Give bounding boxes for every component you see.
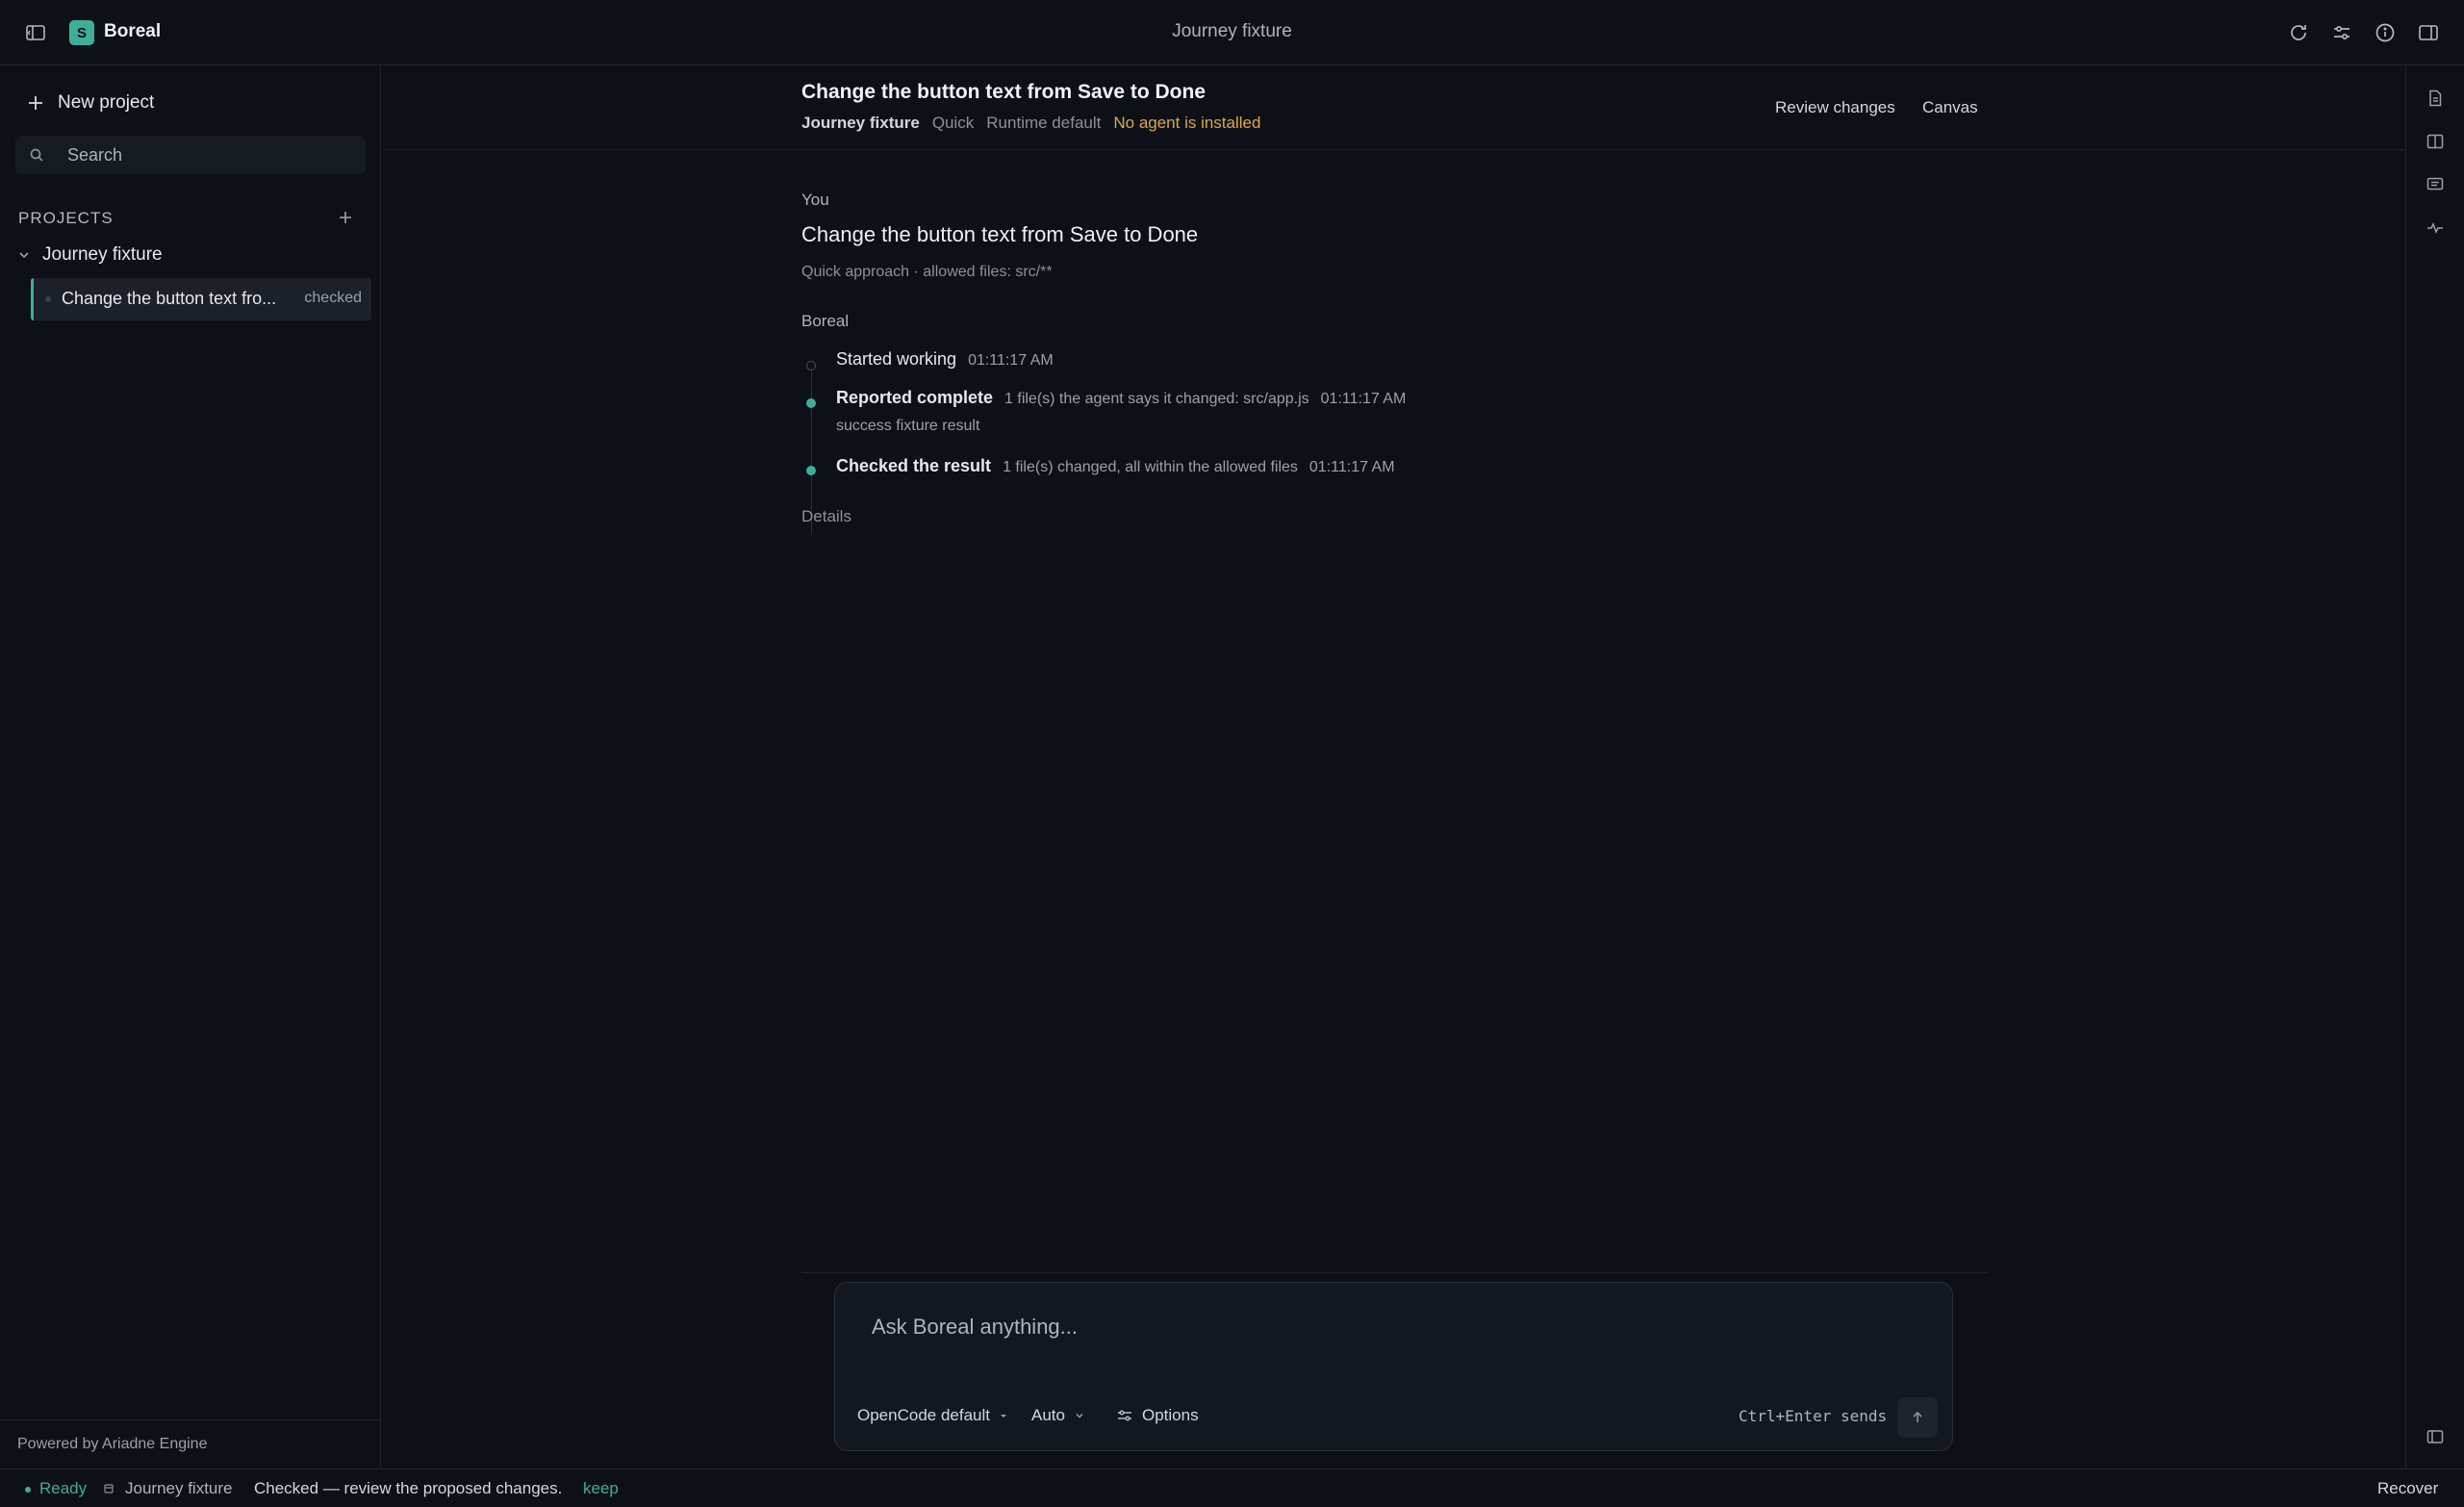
info-icon[interactable] [2374, 21, 2397, 44]
task-label: Change the button text fro... [62, 289, 277, 308]
sidebar-footer: Powered by Ariadne Engine [0, 1419, 380, 1469]
refresh-icon[interactable] [2287, 21, 2310, 44]
project-icon [104, 1484, 114, 1494]
sidebar: New project PROJECTS Journey fixture Cha… [0, 65, 381, 1469]
status-bar: Ready Journey fixture Checked — review t… [0, 1469, 2464, 1507]
meta-runtime: Runtime default [986, 114, 1102, 132]
timeline-step: Reported complete 1 file(s) the agent sa… [836, 388, 1406, 408]
app-name: Boreal [104, 21, 162, 41]
comment-icon[interactable] [2426, 175, 2445, 194]
new-project-label: New project [58, 92, 155, 113]
timeline-step-time: 01:11:17 AM [1308, 459, 1395, 475]
composer: OpenCode default Auto Options Ctrl+Enter… [834, 1282, 1953, 1451]
timeline-step-subtext: success fixture result [836, 418, 980, 434]
panel-right-icon[interactable] [2417, 21, 2440, 44]
timeline-done-dot-icon [806, 466, 816, 475]
shortcut-hint: Ctrl+Enter sends [1739, 1407, 1888, 1425]
main-panel: Change the button text from Save to Done… [382, 65, 2405, 1469]
arrow-up-icon [1910, 1410, 1925, 1425]
chevron-down-icon [1074, 1410, 1085, 1421]
right-rail [2405, 65, 2464, 1469]
timeline-done-dot-icon [806, 398, 816, 408]
status-ready: Ready [39, 1479, 88, 1497]
send-button[interactable] [1897, 1397, 1938, 1438]
composer-input[interactable] [872, 1308, 1911, 1346]
keep-link[interactable]: keep [583, 1479, 619, 1498]
project-name: Journey fixture [42, 244, 163, 265]
sliders-icon[interactable] [2330, 21, 2353, 44]
search-icon [29, 147, 44, 163]
model-select[interactable]: OpenCode default [857, 1406, 1008, 1425]
timeline-step-title: Checked the result [836, 456, 992, 475]
options-label: Options [1142, 1406, 1199, 1424]
sliders-icon [1116, 1407, 1133, 1424]
activity-icon[interactable] [2426, 218, 2445, 238]
task-item[interactable]: Change the button text fro... checked [31, 278, 371, 320]
mode-select[interactable]: Auto [1031, 1406, 1085, 1425]
task-dot-icon [45, 296, 51, 302]
window-title: Journey fixture [1172, 21, 1292, 41]
panel-collapse-icon[interactable] [2426, 1427, 2445, 1446]
thread-title: Change the button text from Save to Done [801, 81, 1207, 103]
title-bar: S Boreal Journey fixture [0, 0, 2464, 65]
thread-meta: Journey fixture Quick Runtime default No… [801, 114, 1260, 133]
model-select-label: OpenCode default [857, 1406, 990, 1424]
project-item-journey-fixture[interactable]: Journey fixture [17, 244, 163, 266]
details-link[interactable]: Details [801, 507, 851, 526]
user-message-text: Change the button text from Save to Done [801, 222, 1199, 246]
timeline-step: Started working 01:11:17 AM [836, 349, 1054, 370]
sidebar-toggle-icon[interactable] [24, 21, 47, 44]
timeline-step-time: 01:11:17 AM [968, 352, 1054, 369]
timeline-step-detail: 1 file(s) changed, all within the allowe… [1003, 459, 1298, 475]
meta-approach: Quick [931, 114, 975, 132]
timeline-step-title: Started working [836, 349, 957, 369]
user-message-meta: Quick approach · allowed files: src/** [801, 264, 1053, 280]
timeline-pending-dot-icon [806, 361, 816, 370]
user-message-label: You [801, 191, 829, 209]
thread-header: Change the button text from Save to Done… [382, 65, 2405, 150]
options-button[interactable]: Options [1116, 1406, 1199, 1425]
timeline-step: Checked the result 1 file(s) changed, al… [836, 456, 1395, 476]
task-status-badge: checked [304, 290, 362, 306]
new-project-button[interactable]: New project [27, 92, 154, 114]
app-logo: S [69, 20, 94, 45]
split-view-icon[interactable] [2426, 132, 2445, 151]
timeline-step-detail: 1 file(s) the agent says it changed: src… [1004, 391, 1309, 407]
timeline-step-title: Reported complete [836, 388, 994, 407]
review-changes-button[interactable]: Review changes [1775, 98, 1895, 117]
timeline-step-time: 01:11:17 AM [1320, 391, 1407, 407]
projects-header: PROJECTS [18, 209, 114, 227]
add-project-icon[interactable] [336, 208, 355, 227]
canvas-button[interactable]: Canvas [1922, 98, 1978, 117]
status-dot-icon [25, 1487, 31, 1493]
meta-project: Journey fixture [801, 114, 920, 132]
powered-by-text: Powered by Ariadne Engine [17, 1436, 208, 1452]
status-message: Checked — review the proposed changes. [254, 1479, 563, 1497]
search-input[interactable] [67, 136, 356, 174]
meta-warning: No agent is installed [1113, 114, 1261, 132]
composer-divider [801, 1272, 1987, 1273]
recover-button[interactable]: Recover [2377, 1479, 2438, 1498]
search-box [15, 136, 366, 174]
mode-select-label: Auto [1031, 1406, 1065, 1424]
plus-icon [27, 94, 44, 112]
file-icon[interactable] [2426, 89, 2445, 108]
chevron-down-icon [17, 248, 31, 262]
agent-message-label: Boreal [801, 312, 850, 330]
caret-down-icon [999, 1411, 1008, 1420]
status-project: Journey fixture [125, 1479, 233, 1497]
